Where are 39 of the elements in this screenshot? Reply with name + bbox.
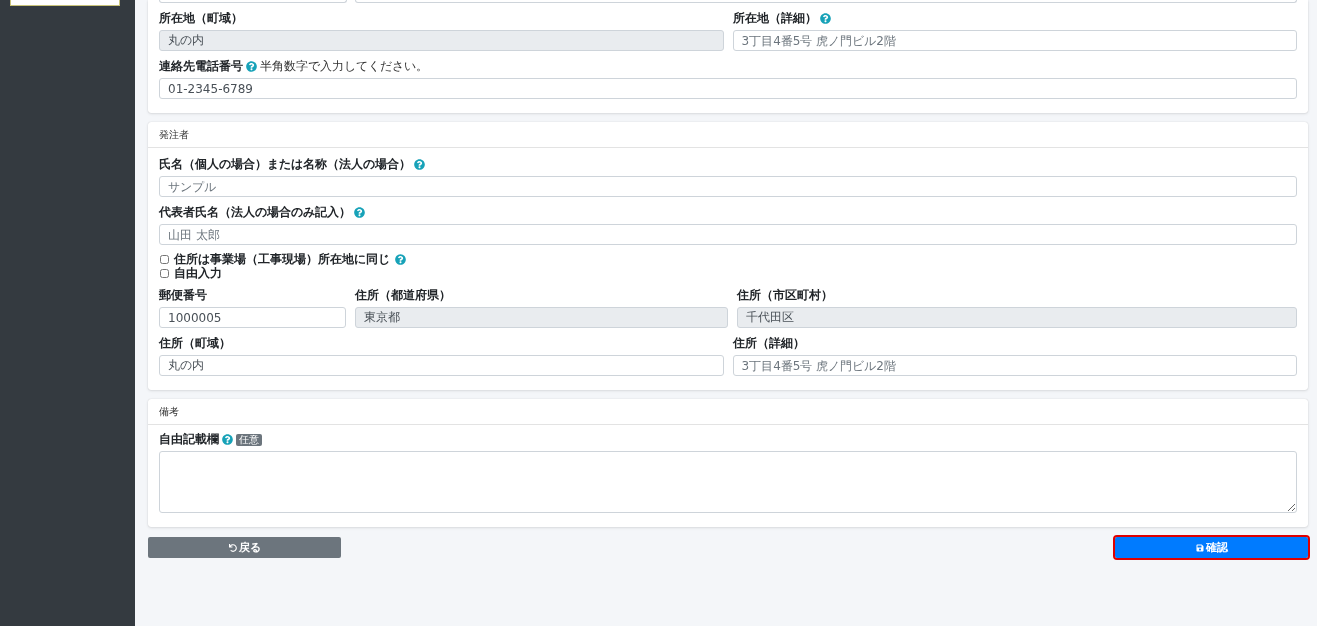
- field-label: 氏名（個人の場合）または名称（法人の場合）: [159, 155, 411, 173]
- card-title: 発注者: [148, 122, 1308, 148]
- help-icon[interactable]: [222, 433, 233, 445]
- field-label: 代表者氏名（法人の場合のみ記入）: [159, 203, 351, 221]
- help-icon[interactable]: [819, 12, 831, 24]
- field-label: 住所（市区町村）: [737, 286, 833, 304]
- input-field[interactable]: 山田 太郎: [159, 224, 1297, 245]
- field-label: 所在地（町域）: [159, 9, 243, 27]
- field-label: 住所（詳細）: [732, 334, 805, 352]
- help-icon[interactable]: [395, 254, 406, 265]
- field-label: 住所（都道府県）: [354, 286, 451, 304]
- input-field[interactable]: 東京都: [354, 307, 728, 328]
- input-field[interactable]: 3丁目4番5号 虎ノ門ビル2階: [732, 355, 1297, 376]
- undo-icon: [228, 543, 237, 552]
- field-label: 郵便番号: [159, 286, 207, 304]
- input-field[interactable]: 丸の内: [159, 30, 724, 51]
- checkbox-label: 自由入力: [174, 265, 222, 282]
- help-icon[interactable]: [414, 158, 425, 170]
- confirm-button[interactable]: 確認: [1115, 537, 1308, 558]
- checkbox-label: 住所は事業場（工事現場）所在地に同じ: [174, 251, 390, 267]
- field-hint: 半角数字で入力してください。: [260, 57, 428, 75]
- checkbox[interactable]: [160, 269, 169, 278]
- field-label: 住所（町域）: [159, 334, 231, 352]
- save-icon: [1195, 543, 1204, 552]
- input-field[interactable]: 丸の内: [159, 355, 724, 376]
- input-field[interactable]: 千代田区: [737, 307, 1297, 328]
- input-field[interactable]: サンプル: [159, 176, 1297, 197]
- card-title: 備考: [148, 399, 1308, 425]
- input-field[interactable]: 1000005: [159, 307, 346, 328]
- back-button[interactable]: 戻る: [148, 537, 341, 558]
- field-label: 自由記載欄: [159, 430, 219, 448]
- input-field[interactable]: 01-2345-6789: [159, 78, 1297, 99]
- field-label: 連絡先電話番号: [159, 57, 243, 75]
- help-icon[interactable]: [354, 206, 365, 218]
- checkbox[interactable]: [160, 255, 169, 264]
- input-field[interactable]: 3丁目4番5号 虎ノ門ビル2階: [732, 30, 1297, 51]
- help-icon[interactable]: [246, 60, 257, 72]
- field-label: 所在地（詳細）: [732, 9, 817, 27]
- optional-badge: 任意: [236, 434, 262, 446]
